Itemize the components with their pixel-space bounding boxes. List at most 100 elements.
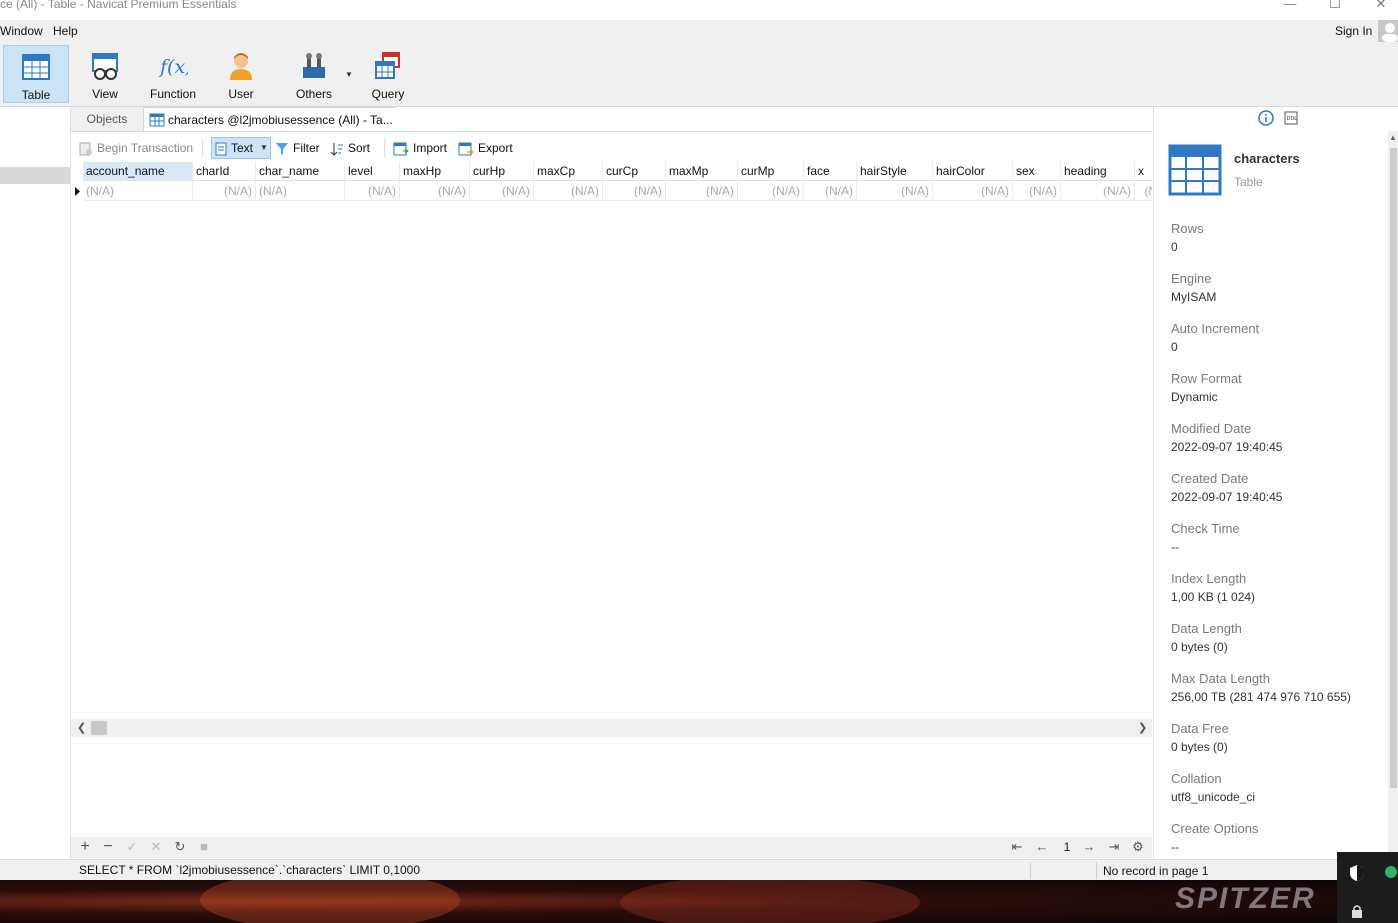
filter-button[interactable]: Filter (275, 139, 320, 157)
scroll-thumb[interactable] (91, 721, 107, 735)
table-cell[interactable]: (N/A) (470, 182, 534, 201)
info-icon[interactable] (1258, 110, 1274, 126)
column-header[interactable]: x (1135, 162, 1152, 181)
first-page-icon[interactable]: ⇤ (1009, 839, 1025, 855)
column-header[interactable]: heading (1061, 162, 1135, 181)
previous-page-icon[interactable]: ← (1034, 839, 1050, 855)
info-value: 2022-09-07 19:40:45 (1171, 490, 1283, 504)
export-button[interactable]: Export (458, 139, 513, 157)
refresh-icon[interactable]: ↻ (172, 839, 188, 855)
scroll-left-icon[interactable]: ❮ (77, 721, 86, 734)
column-header[interactable]: charId (193, 162, 256, 181)
table-cell[interactable]: (N/A) (345, 182, 400, 201)
current-row-indicator-icon (75, 187, 80, 196)
add-record-icon[interactable]: + (77, 839, 93, 855)
info-value: Dynamic (1171, 390, 1218, 404)
toolbar-others-button[interactable]: Others (281, 45, 347, 103)
lock-icon[interactable] (1351, 904, 1363, 918)
record-toolbar: + − ✓ ✕ ↻ ■ ⇤ ← 1 → ⇥ ⚙ (71, 837, 1152, 858)
toolbar-view-button[interactable]: View (72, 45, 138, 103)
transaction-icon (79, 142, 92, 156)
next-page-icon[interactable]: → (1081, 839, 1097, 855)
table-cell[interactable]: (N/A) (256, 182, 345, 201)
connection-tree-panel[interactable] (0, 107, 71, 859)
table-cell[interactable]: (N/A) (857, 182, 933, 201)
sign-in-link[interactable]: Sign In (1335, 24, 1372, 38)
table-cell[interactable]: (N/A) (804, 182, 857, 201)
svg-text:f(x): f(x) (158, 56, 188, 78)
apply-changes-icon[interactable]: ✓ (124, 839, 140, 855)
import-button[interactable]: Import (393, 139, 447, 157)
view-icon (92, 53, 118, 80)
column-header[interactable]: curMp (738, 162, 804, 181)
info-panel-scroll-thumb[interactable] (1390, 148, 1397, 788)
column-header[interactable]: maxMp (666, 162, 738, 181)
table-cell[interactable]: (N/A) (1061, 182, 1135, 201)
nebula-glow (620, 880, 920, 923)
menu-help[interactable]: Help (53, 24, 78, 38)
column-header[interactable]: sex (1013, 162, 1061, 181)
info-value: 0 (1171, 240, 1178, 254)
column-header[interactable]: curHp (470, 162, 534, 181)
table-cell[interactable]: (N/A) (83, 182, 193, 201)
maximize-button[interactable]: ☐ (1327, 0, 1343, 11)
wallpaper-watermark: SPITZER (1175, 882, 1316, 915)
table-cell[interactable]: (N/A) (738, 182, 804, 201)
tab-objects[interactable]: Objects (71, 107, 143, 131)
avatar-icon[interactable] (1378, 20, 1398, 42)
column-header[interactable]: char_name (256, 162, 345, 181)
text-dropdown-icon[interactable]: ▼ (260, 139, 268, 157)
table-cell[interactable]: (N/A) (603, 182, 666, 201)
toolbar-table-button[interactable]: Table (3, 45, 69, 103)
status-sql: SELECT * FROM `l2jmobiusessence`.`charac… (79, 863, 421, 877)
table-cell[interactable]: (N/A) (933, 182, 1013, 201)
table-cell[interactable]: (N/A) (400, 182, 470, 201)
status-dot-icon[interactable] (1385, 866, 1397, 878)
data-grid[interactable]: account_name charId char_name level maxHp cur… (71, 162, 1152, 720)
scroll-up-icon[interactable]: ▲ (1389, 133, 1397, 142)
column-header[interactable]: maxHp (400, 162, 470, 181)
shield-icon[interactable] (1349, 864, 1365, 882)
discard-changes-icon[interactable]: ✕ (148, 839, 164, 855)
system-tray (1337, 852, 1398, 923)
toolbar-query-button[interactable]: Query (355, 45, 421, 103)
table-icon (22, 54, 50, 80)
minimize-button[interactable]: — (1282, 0, 1298, 11)
grid-toolbar: Begin Transaction Text ▼ Filter Sort Imp… (71, 133, 1152, 161)
main-toolbar: Table View f(x) Function User Others (0, 42, 1398, 107)
info-value: MyISAM (1171, 290, 1217, 304)
object-info-panel: DDL characters Table Rows 0 Engine MyISAM Au… (1153, 107, 1389, 859)
table-cell[interactable]: (N (1135, 182, 1152, 201)
column-header[interactable]: level (345, 162, 400, 181)
column-header[interactable]: hairColor (933, 162, 1013, 181)
others-dropdown-icon[interactable]: ▼ (345, 70, 353, 79)
column-header[interactable]: curCp (603, 162, 666, 181)
last-page-icon[interactable]: ⇥ (1106, 839, 1122, 855)
column-header[interactable]: face (804, 162, 857, 181)
selected-tree-item[interactable] (0, 167, 70, 184)
scroll-right-icon[interactable]: ❯ (1138, 721, 1147, 734)
close-button[interactable]: ✕ (1373, 0, 1389, 11)
menu-window[interactable]: Window (0, 24, 43, 38)
toolbar-label: Query (371, 87, 405, 101)
table-cell[interactable]: (N/A) (193, 182, 256, 201)
toolbar-function-button[interactable]: f(x) Function (140, 45, 206, 103)
column-header[interactable]: hairStyle (857, 162, 933, 181)
toolbar-label: Table (21, 88, 51, 102)
page-number[interactable]: 1 (1059, 840, 1075, 854)
status-separator (1030, 862, 1031, 879)
delete-record-icon[interactable]: − (100, 839, 116, 855)
sort-button[interactable]: Sort (330, 139, 370, 157)
column-header[interactable]: account_name (83, 162, 193, 181)
toolbar-user-button[interactable]: User (208, 45, 274, 103)
ddl-icon[interactable]: DDL (1284, 111, 1298, 125)
column-header[interactable]: maxCp (534, 162, 603, 181)
begin-transaction-button[interactable]: Begin Transaction (79, 139, 193, 157)
grid-settings-gear-icon[interactable]: ⚙ (1130, 839, 1146, 855)
stop-icon[interactable]: ■ (196, 839, 212, 855)
table-cell[interactable]: (N/A) (666, 182, 738, 201)
horizontal-scrollbar[interactable]: ❮ ❯ (71, 719, 1152, 737)
table-cell[interactable]: (N/A) (534, 182, 603, 201)
info-label: Created Date (1171, 471, 1249, 486)
table-cell[interactable]: (N/A) (1013, 182, 1061, 201)
